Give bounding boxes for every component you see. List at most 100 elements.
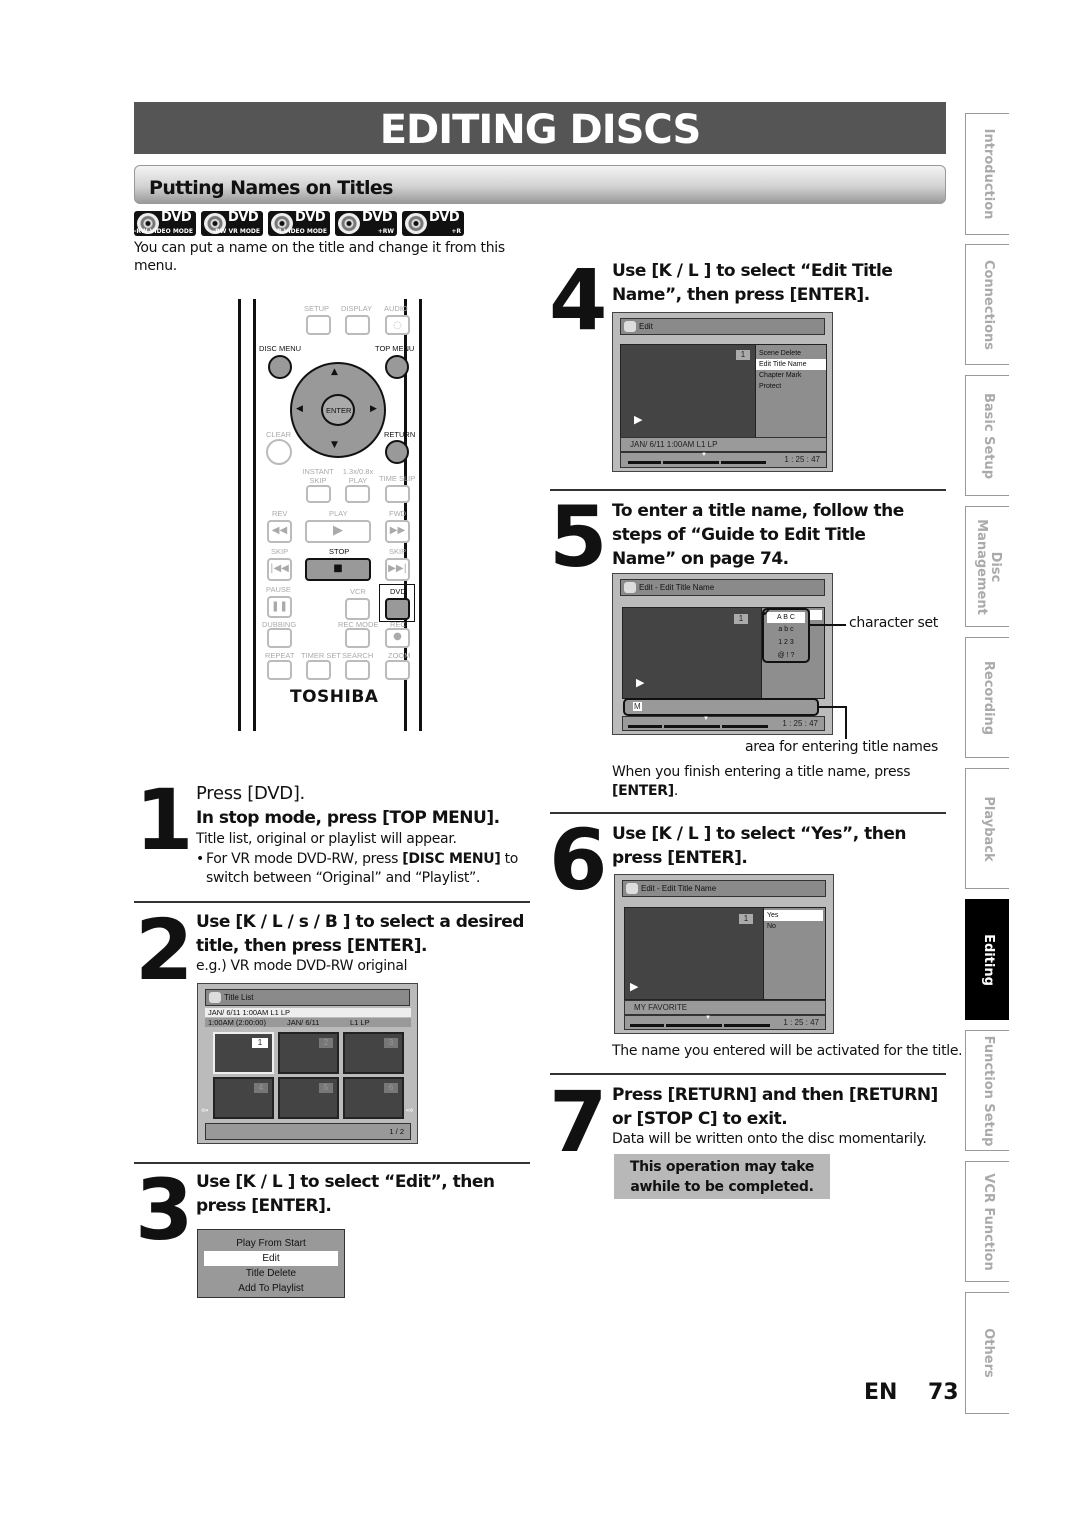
stop-button[interactable]: ■: [305, 558, 371, 581]
rev-button[interactable]: ◀◀: [267, 520, 292, 543]
step-3-title: Use [K / L ] to select “Edit”, then pres…: [196, 1172, 495, 1216]
rec-mode-button[interactable]: [345, 628, 370, 648]
setup-button[interactable]: [306, 315, 331, 335]
option-yes[interactable]: Yes: [764, 910, 823, 921]
menu-item-edit[interactable]: Edit: [204, 1251, 338, 1266]
thumbnail-4[interactable]: 4: [213, 1077, 274, 1119]
fwd-button[interactable]: ▶▶: [385, 520, 410, 543]
charset-symbols[interactable]: @ ! ?: [764, 649, 808, 662]
charset-lowercase[interactable]: a b c: [764, 623, 808, 636]
confirm-header: Edit - Edit Title Name: [622, 880, 826, 897]
menu-item-add-to-playlist[interactable]: Add To Playlist: [198, 1281, 344, 1296]
pause-label: PAUSE: [266, 585, 291, 594]
dvd-button[interactable]: [385, 598, 410, 620]
charset-numbers[interactable]: 1 2 3: [764, 636, 808, 649]
zoom-label: ZOOM: [388, 651, 411, 660]
page-prev-arrow-icon[interactable]: ⇦: [201, 1106, 209, 1116]
clear-button[interactable]: [266, 439, 292, 465]
thumb-number: 5: [319, 1083, 333, 1093]
zoom-button[interactable]: [385, 660, 410, 680]
tab-vcr-function[interactable]: VCR Function: [965, 1161, 1009, 1282]
instant-skip-button[interactable]: [306, 485, 331, 503]
thumbnail-2[interactable]: 2: [278, 1032, 339, 1074]
fwd-label: FWD: [389, 509, 407, 518]
tab-others[interactable]: Others: [965, 1292, 1009, 1414]
tab-playback[interactable]: Playback: [965, 768, 1009, 889]
display-button[interactable]: [345, 315, 370, 335]
badge-label: DVD: [362, 211, 393, 225]
charset-uppercase[interactable]: A B C: [767, 612, 805, 623]
page-next-arrow-icon[interactable]: ⇨: [406, 1106, 414, 1116]
play-speed-button[interactable]: [345, 485, 370, 503]
rec-button[interactable]: ●: [385, 628, 410, 648]
menu-item-play-from-start[interactable]: Play From Start: [198, 1236, 344, 1251]
right-arrow-button[interactable]: ▶: [370, 404, 377, 414]
thumbnail-6[interactable]: 6: [343, 1077, 404, 1119]
thumbnail-3[interactable]: 3: [343, 1032, 404, 1074]
position-marker-icon: ▼: [705, 1015, 711, 1021]
thumb-number: 6: [384, 1083, 398, 1093]
vcr-button[interactable]: [345, 598, 370, 620]
timer-set-button[interactable]: [306, 660, 331, 680]
menu-item-scene-delete[interactable]: Scene Delete: [756, 348, 826, 359]
tab-basic-setup[interactable]: Basic Setup: [965, 375, 1009, 496]
elapsed-time: 1 : 25 : 47: [784, 455, 820, 464]
search-button[interactable]: [345, 660, 370, 680]
title-start-duration: 1:00AM (2:00:00): [208, 1018, 266, 1027]
tab-label: Disc Management: [973, 518, 1003, 615]
pause-button[interactable]: ❚❚: [267, 596, 292, 618]
time-slip-button[interactable]: [385, 485, 410, 503]
tab-editing[interactable]: Editing: [965, 899, 1009, 1020]
left-arrow-button[interactable]: ◀: [296, 404, 303, 414]
badge-label: DVD: [228, 211, 259, 225]
tab-function-setup[interactable]: Function Setup: [965, 1030, 1009, 1151]
check-icon: ✔: [762, 606, 772, 619]
thumbnail-1[interactable]: 1: [213, 1032, 274, 1074]
bullet-text: For VR mode DVD-RW, press: [206, 851, 403, 867]
tab-introduction[interactable]: Introduction: [965, 113, 1009, 235]
step-2-number: 2: [135, 901, 193, 999]
play-button[interactable]: ▶: [305, 520, 371, 543]
disc-icon: [624, 321, 636, 332]
menu-item-title-delete[interactable]: Title Delete: [198, 1266, 344, 1281]
audio-label: AUDIO: [384, 304, 408, 313]
after-text: When you finish entering a title name, p…: [612, 764, 911, 780]
badge-sub: -RW VR MODE: [212, 228, 260, 235]
skip-fwd-button[interactable]: ▶▶|: [385, 558, 410, 581]
audio-button[interactable]: ◌: [385, 315, 410, 335]
down-arrow-button[interactable]: ▼: [331, 440, 338, 450]
tab-recording[interactable]: Recording: [965, 637, 1009, 758]
disc-menu-button[interactable]: [268, 355, 292, 379]
tab-label: Editing: [980, 933, 996, 986]
menu-item-chapter-mark[interactable]: Chapter Mark: [756, 370, 826, 381]
skip-back-button[interactable]: |◀◀: [267, 558, 292, 581]
remote-edge: [238, 299, 241, 731]
badge-label: DVD: [295, 211, 326, 225]
step-divider: [550, 489, 946, 491]
tab-disc-management[interactable]: Disc Management: [965, 506, 1009, 627]
step-2-text: e.g.) VR mode DVD-RW original: [196, 958, 408, 974]
badge-sub: -RW VIDEO MODE: [134, 228, 193, 235]
step-5-title: To enter a title name, follow the steps …: [612, 501, 904, 569]
option-no[interactable]: No: [764, 921, 825, 932]
title-name-input[interactable]: M: [623, 698, 819, 716]
timer-set-label: TIMER SET: [301, 651, 342, 660]
intro-text: You can put a name on the title and chan…: [134, 240, 505, 274]
thumbnail-5[interactable]: 5: [278, 1077, 339, 1119]
edit-screen: Edit 1 ▶ Scene Delete Edit Title Name Ch…: [612, 312, 833, 472]
tab-label: Basic Setup: [980, 392, 996, 479]
menu-item-protect[interactable]: Protect: [756, 381, 826, 392]
remote-edge: [253, 299, 256, 731]
top-menu-button[interactable]: [385, 355, 409, 379]
callout-line: [818, 706, 846, 708]
input-value: M: [633, 702, 642, 711]
return-button[interactable]: [385, 440, 409, 464]
tab-label: Playback: [980, 795, 996, 862]
up-arrow-button[interactable]: ▲: [331, 367, 338, 377]
dubbing-button[interactable]: [267, 628, 292, 648]
menu-item-edit-title-name[interactable]: Edit Title Name: [756, 359, 826, 370]
step-divider: [134, 1162, 530, 1164]
tab-connections[interactable]: Connections: [965, 244, 1009, 365]
repeat-button[interactable]: [267, 660, 292, 680]
stop-icon: ■: [333, 563, 343, 574]
